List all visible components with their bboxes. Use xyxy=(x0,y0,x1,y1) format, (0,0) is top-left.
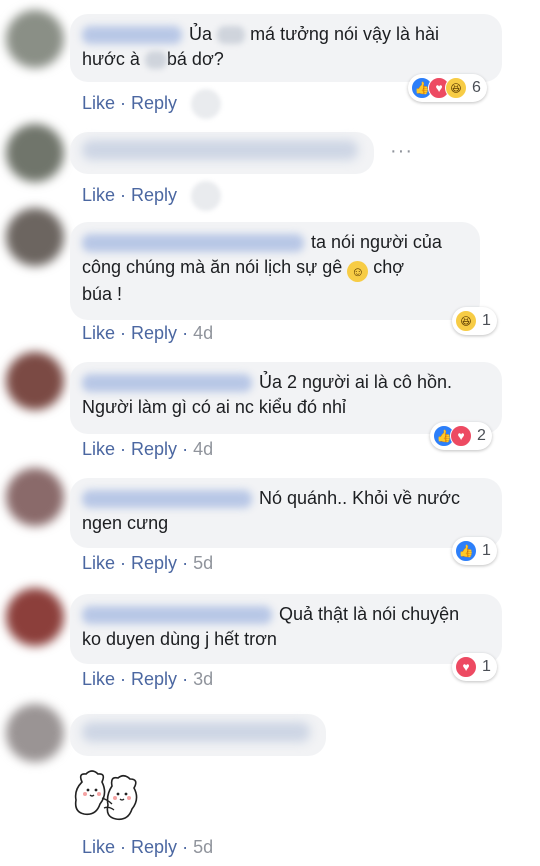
seen-avatar xyxy=(191,89,222,119)
blurred-comment-text xyxy=(82,140,358,160)
reaction-summary[interactable]: 😆 1 xyxy=(452,307,497,335)
reaction-summary[interactable]: 👍 ♥ 2 xyxy=(430,422,492,450)
comment-text-2: công chúng mà ăn nói lịch sự gê xyxy=(82,257,343,277)
reaction-count: 6 xyxy=(472,79,481,96)
comment-bubble xyxy=(70,132,374,174)
comment-actions: Like · Reply xyxy=(82,181,222,211)
author-name[interactable] xyxy=(82,26,182,45)
reaction-count: 1 xyxy=(482,312,491,329)
comment-text-2: ko duyen dùng j hết trơn xyxy=(82,629,277,649)
blurred-comment-text xyxy=(82,722,310,742)
reaction-count: 1 xyxy=(482,542,491,559)
smile-emoji-icon: ☺ xyxy=(347,261,369,282)
reply-link[interactable]: Reply xyxy=(131,93,177,113)
comment-time[interactable]: 4d xyxy=(193,323,213,343)
like-link[interactable]: Like xyxy=(82,439,115,459)
seen-avatar xyxy=(191,181,222,211)
comment-bubble: Ủa má tưởng nói vậy là hài hước à bá dơ? xyxy=(70,14,502,82)
reply-link[interactable]: Reply xyxy=(131,837,177,857)
comment-actions: Like · Reply xyxy=(82,89,222,119)
comment-text-2b: bá dơ? xyxy=(166,49,224,69)
comment-actions: Like · Reply · 4d xyxy=(82,439,214,459)
hugging-bears-sticker[interactable] xyxy=(74,768,150,824)
reaction-summary[interactable]: 👍 1 xyxy=(452,537,497,565)
author-name[interactable] xyxy=(82,606,272,625)
avatar[interactable] xyxy=(6,124,64,182)
comment-text-3: búa ! xyxy=(82,284,123,304)
reaction-summary[interactable]: 👍 ♥ 😆 6 xyxy=(408,74,487,102)
comment-time[interactable]: 3d xyxy=(193,669,213,689)
love-reaction-icon: ♥ xyxy=(455,656,477,678)
author-name[interactable] xyxy=(82,490,252,509)
like-link[interactable]: Like xyxy=(82,323,115,343)
like-link[interactable]: Like xyxy=(82,837,115,857)
avatar[interactable] xyxy=(6,588,64,646)
comment-actions: Like · Reply · 4d xyxy=(82,323,214,343)
comment-text-2b: chợ xyxy=(373,257,405,277)
redacted-word xyxy=(144,51,167,70)
avatar[interactable] xyxy=(6,352,64,410)
comment-time[interactable]: 5d xyxy=(193,553,213,573)
comment-text-2: Người làm gì có ai nc kiểu đó nhỉ xyxy=(82,397,346,417)
haha-reaction-icon: 😆 xyxy=(445,77,467,99)
author-name[interactable] xyxy=(82,234,304,253)
comment-bubble: Nó quánh.. Khỏi về nước ngen cưng xyxy=(70,478,502,548)
comment-actions: Like · Reply · 5d xyxy=(82,553,214,573)
comment-text-1: Quả thật là nói chuyện xyxy=(279,604,460,624)
comment-text-1b: má tưởng nói vậy là hài xyxy=(250,24,440,44)
avatar[interactable] xyxy=(6,704,64,762)
reply-link[interactable]: Reply xyxy=(131,323,177,343)
like-link[interactable]: Like xyxy=(82,669,115,689)
comment-time[interactable]: 4d xyxy=(193,439,213,459)
haha-reaction-icon: 😆 xyxy=(455,310,477,332)
comment-time[interactable]: 5d xyxy=(193,837,213,857)
comment-bubble: ta nói người của công chúng mà ăn nói lị… xyxy=(70,222,480,320)
comment-bubble xyxy=(70,714,326,756)
comment-text-1: Ủa 2 người ai là cô hồn. xyxy=(259,372,452,392)
love-reaction-icon: ♥ xyxy=(450,425,472,447)
comment-text-2a: hước à xyxy=(82,49,140,69)
reply-link[interactable]: Reply xyxy=(131,439,177,459)
avatar[interactable] xyxy=(6,208,64,266)
comment-text-2: ngen cưng xyxy=(82,513,169,533)
reaction-summary[interactable]: ♥ 1 xyxy=(452,653,497,681)
like-link[interactable]: Like xyxy=(82,553,115,573)
reply-link[interactable]: Reply xyxy=(131,669,177,689)
avatar[interactable] xyxy=(6,10,64,68)
reaction-count: 2 xyxy=(477,427,486,444)
comment-text-1a: Ủa xyxy=(189,24,213,44)
like-reaction-icon: 👍 xyxy=(455,540,477,562)
like-link[interactable]: Like xyxy=(82,185,115,205)
redacted-word xyxy=(217,26,246,45)
comment-bubble: Quả thật là nói chuyện ko duyen dùng j h… xyxy=(70,594,502,664)
comment-text-1: ta nói người của xyxy=(311,232,442,252)
reply-link[interactable]: Reply xyxy=(131,553,177,573)
like-link[interactable]: Like xyxy=(82,93,115,113)
avatar[interactable] xyxy=(6,468,64,526)
comment-actions: Like · Reply · 5d xyxy=(82,837,214,857)
reply-link[interactable]: Reply xyxy=(131,185,177,205)
comment-text-1: Nó quánh.. Khỏi về nước xyxy=(259,488,460,508)
reaction-count: 1 xyxy=(482,658,491,675)
author-name[interactable] xyxy=(82,374,252,393)
more-options-icon[interactable]: ··· xyxy=(390,140,413,163)
comment-actions: Like · Reply · 3d xyxy=(82,669,214,689)
